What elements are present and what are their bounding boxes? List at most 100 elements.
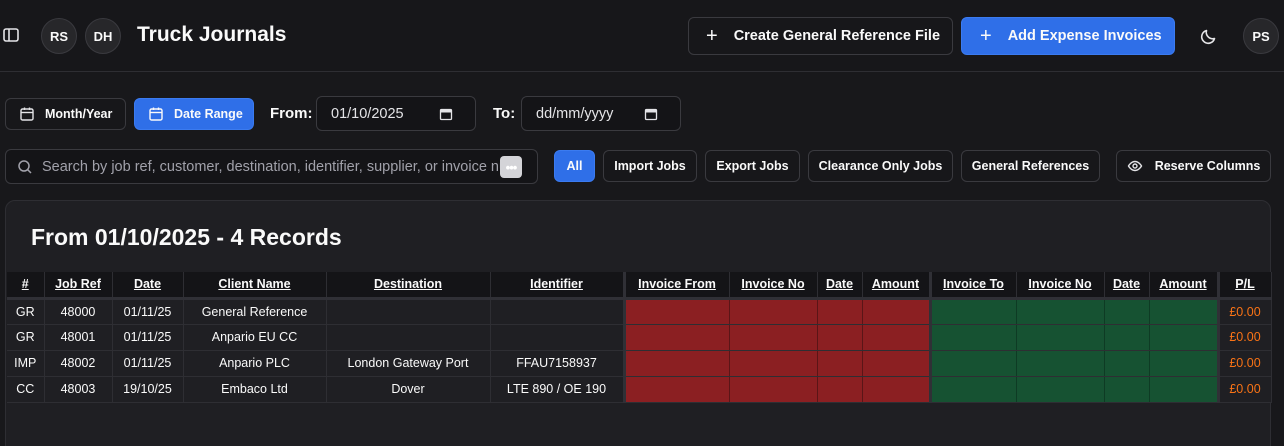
date-range-button[interactable]: Date Range xyxy=(134,98,254,130)
table-cell-date: 01/11/25 xyxy=(112,298,184,325)
filter-chip-export-jobs[interactable]: Export Jobs xyxy=(705,150,800,182)
column-header-invoice-date[interactable]: Date xyxy=(817,272,863,300)
table-cell-job-ref: 48001 xyxy=(44,324,113,351)
column-header-hash[interactable]: # xyxy=(7,272,45,300)
table-cell-hash: GR xyxy=(7,324,45,351)
table-cell-invoice-to-date[interactable] xyxy=(1104,298,1150,325)
column-header-client-name[interactable]: Client Name xyxy=(183,272,327,300)
table-cell-invoice-from[interactable] xyxy=(624,298,730,325)
table-cell-pl[interactable]: £0.00 xyxy=(1218,324,1272,351)
filter-chip-all[interactable]: All xyxy=(554,150,595,182)
table-cell-amount[interactable] xyxy=(862,324,932,351)
table-cell-invoice-to-amount[interactable] xyxy=(1149,324,1220,351)
table-cell-hash: CC xyxy=(7,376,45,403)
calendar-icon xyxy=(149,107,163,121)
column-header-amount[interactable]: Amount xyxy=(862,272,932,300)
table-cell-invoice-to-amount[interactable] xyxy=(1149,376,1220,403)
user-avatar[interactable]: PS xyxy=(1243,18,1279,54)
column-header-job-ref[interactable]: Job Ref xyxy=(44,272,113,300)
table-cell-invoice-date[interactable] xyxy=(817,350,863,377)
column-header-invoice-to-no[interactable]: Invoice No xyxy=(1016,272,1105,300)
reserve-columns-button[interactable]: Reserve Columns xyxy=(1116,150,1271,182)
table-row[interactable]: IMP 48002 01/11/25 Anpario PLC London Gatewa… xyxy=(7,350,1272,377)
table-cell-date: 19/10/25 xyxy=(112,376,184,403)
table-cell-invoice-no[interactable] xyxy=(729,298,818,325)
table-cell-invoice-no[interactable] xyxy=(729,350,818,377)
add-expense-invoices-button[interactable]: + Add Expense Invoices xyxy=(961,17,1175,55)
table-cell-invoice-to-no[interactable] xyxy=(1016,350,1105,377)
column-header-date[interactable]: Date xyxy=(112,272,184,300)
search-input[interactable]: Search by job ref, customer, destination… xyxy=(5,149,538,184)
table-cell-invoice-to-date[interactable] xyxy=(1104,350,1150,377)
table-row[interactable]: GR 48000 01/11/25 General Reference £0.00 xyxy=(7,298,1272,325)
search-icon xyxy=(18,160,32,174)
table-row[interactable]: GR 48001 01/11/25 Anpario EU CC £0.00 xyxy=(7,324,1272,351)
table-cell-invoice-no[interactable] xyxy=(729,376,818,403)
column-header-invoice-from[interactable]: Invoice From xyxy=(624,272,730,300)
table-cell-invoice-from[interactable] xyxy=(624,376,730,403)
table-cell-identifier: FFAU7158937 xyxy=(490,350,626,377)
month-year-label: Month/Year xyxy=(45,107,113,121)
table-cell-invoice-date[interactable] xyxy=(817,324,863,351)
journal-table: # Job Ref Date Client Name Destination Identi… xyxy=(7,272,1272,403)
filter-chip-clearance-only[interactable]: Clearance Only Jobs xyxy=(808,150,953,182)
table-cell-invoice-to[interactable] xyxy=(930,350,1017,377)
table-cell-job-ref: 48003 xyxy=(44,376,113,403)
table-cell-identifier: LTE 890 / OE 190 xyxy=(490,376,626,403)
calendar-picker-icon[interactable] xyxy=(439,107,453,121)
column-header-identifier[interactable]: Identifier xyxy=(490,272,626,300)
table-cell-job-ref: 48000 xyxy=(44,298,113,325)
calendar-picker-icon[interactable] xyxy=(644,107,658,121)
table-cell-invoice-to-date[interactable] xyxy=(1104,376,1150,403)
table-cell-invoice-to[interactable] xyxy=(930,324,1017,351)
table-cell-destination xyxy=(326,298,491,325)
to-date-input[interactable]: dd/mm/yyyy xyxy=(521,96,681,131)
table-cell-invoice-to-date[interactable] xyxy=(1104,324,1150,351)
table-cell-pl[interactable]: £0.00 xyxy=(1218,376,1272,403)
table-cell-client-name: Anpario PLC xyxy=(183,350,327,377)
column-header-invoice-to-date[interactable]: Date xyxy=(1104,272,1150,300)
more-options-icon[interactable]: ••• xyxy=(500,156,522,178)
records-title: From 01/10/2025 - 4 Records xyxy=(31,224,342,250)
sidebar-toggle-icon[interactable] xyxy=(2,26,20,44)
table-cell-amount[interactable] xyxy=(862,376,932,403)
table-cell-invoice-date[interactable] xyxy=(817,298,863,325)
moon-icon[interactable] xyxy=(1199,26,1219,46)
table-cell-invoice-to-amount[interactable] xyxy=(1149,298,1220,325)
table-cell-pl[interactable]: £0.00 xyxy=(1218,298,1272,325)
column-header-destination[interactable]: Destination xyxy=(326,272,491,300)
table-cell-date: 01/11/25 xyxy=(112,324,184,351)
create-general-reference-button[interactable]: + Create General Reference File xyxy=(688,17,953,55)
calendar-icon xyxy=(20,107,34,121)
column-header-invoice-no[interactable]: Invoice No xyxy=(729,272,818,300)
table-cell-date: 01/11/25 xyxy=(112,350,184,377)
table-cell-amount[interactable] xyxy=(862,298,932,325)
table-cell-invoice-no[interactable] xyxy=(729,324,818,351)
table-cell-invoice-to-amount[interactable] xyxy=(1149,350,1220,377)
to-label: To: xyxy=(493,105,516,122)
column-header-pl[interactable]: P/L xyxy=(1218,272,1272,300)
month-year-button[interactable]: Month/Year xyxy=(5,98,126,130)
from-date-input[interactable]: 01/10/2025 xyxy=(316,96,476,131)
records-card: From 01/10/2025 - 4 Records # Job Ref Date… xyxy=(5,200,1272,446)
page-title: Truck Journals xyxy=(137,23,287,46)
column-header-invoice-to-amount[interactable]: Amount xyxy=(1149,272,1220,300)
table-cell-client-name: Anpario EU CC xyxy=(183,324,327,351)
table-cell-invoice-to[interactable] xyxy=(930,298,1017,325)
filter-chip-general-references[interactable]: General References xyxy=(961,150,1100,182)
table-cell-invoice-from[interactable] xyxy=(624,324,730,351)
table-cell-pl[interactable]: £0.00 xyxy=(1218,350,1272,377)
create-general-reference-label: Create General Reference File xyxy=(733,28,941,44)
table-cell-invoice-to-no[interactable] xyxy=(1016,298,1105,325)
table-cell-invoice-to-no[interactable] xyxy=(1016,324,1105,351)
column-header-invoice-to[interactable]: Invoice To xyxy=(930,272,1017,300)
avatar-dh[interactable]: DH xyxy=(85,18,121,54)
table-cell-amount[interactable] xyxy=(862,350,932,377)
table-row[interactable]: CC 48003 19/10/25 Embaco Ltd Dover LTE 890 / … xyxy=(7,376,1272,403)
table-cell-invoice-to-no[interactable] xyxy=(1016,376,1105,403)
avatar-rs[interactable]: RS xyxy=(41,18,77,54)
table-cell-invoice-to[interactable] xyxy=(930,376,1017,403)
table-cell-invoice-from[interactable] xyxy=(624,350,730,377)
filter-chip-import-jobs[interactable]: Import Jobs xyxy=(603,150,697,182)
table-cell-invoice-date[interactable] xyxy=(817,376,863,403)
